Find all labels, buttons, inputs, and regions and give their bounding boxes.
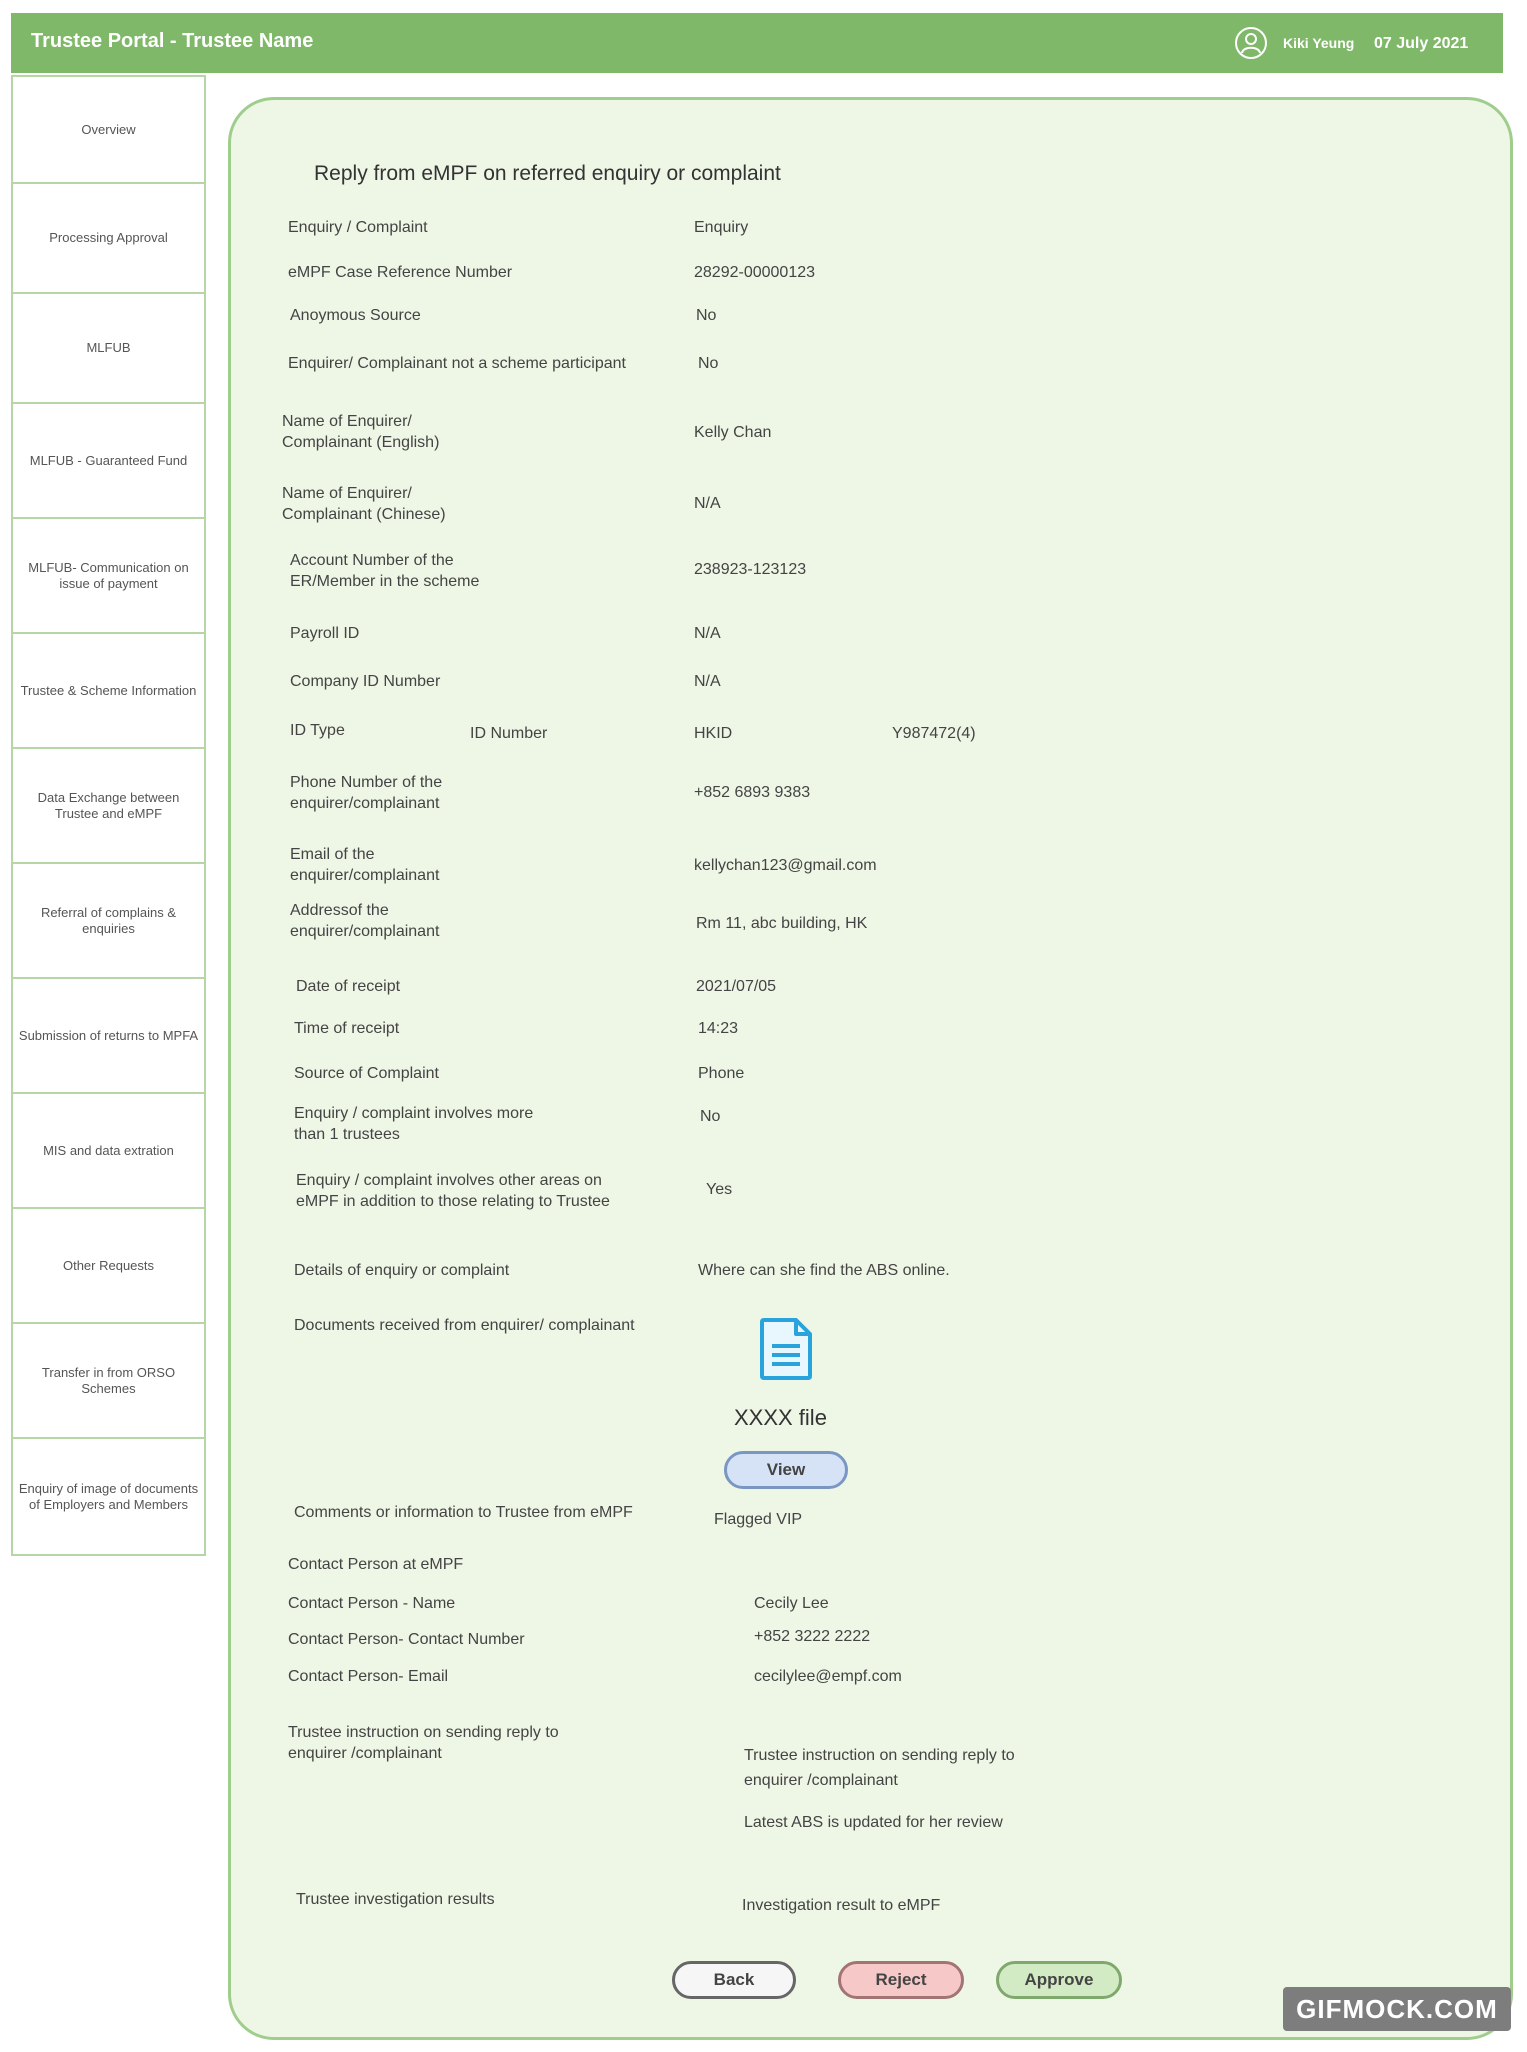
sidebar-item-label: Transfer in from ORSO Schemes xyxy=(41,1364,176,1396)
sidebar-item-label: Referral of complains & enquiries xyxy=(40,904,177,936)
field-label-name-en: Name of Enquirer/Complainant (English) xyxy=(282,413,440,451)
top-header-bar: Trustee Portal - Trustee Name Kiki Yeung… xyxy=(11,13,1503,73)
field-label-company-id: Company ID Number xyxy=(290,673,441,690)
page-title: Reply from eMPF on referred enquiry or c… xyxy=(314,162,781,185)
sidebar-item-label: MIS and data extration xyxy=(43,1142,174,1158)
field-value-id-type: HKID xyxy=(694,725,733,742)
field-label-multiple-trustees: Enquiry / complaint involves more than 1 … xyxy=(294,1105,534,1143)
attached-file-name: XXXX file xyxy=(734,1405,827,1430)
sidebar-item-transfer-orso[interactable]: Transfer in from ORSO Schemes xyxy=(13,1324,204,1439)
field-value-type: Enquiry xyxy=(694,219,749,236)
field-label-name-zh: Name of Enquirer/Complainant (Chinese) xyxy=(282,485,446,523)
sidebar-item-label: MLFUB xyxy=(86,340,131,355)
field-value-name-zh: N/A xyxy=(694,495,721,512)
sidebar-item-mis-data-extraction[interactable]: MIS and data extration xyxy=(13,1094,204,1209)
sidebar-item-mlfub-communication[interactable]: MLFUB- Communication on issue of payment xyxy=(13,519,204,634)
field-value-date-receipt: 2021/07/05 xyxy=(696,978,777,995)
field-value-contact-name: Cecily Lee xyxy=(754,1595,829,1612)
field-value-company-id: N/A xyxy=(694,673,721,690)
sidebar-item-data-exchange[interactable]: Data Exchange between Trustee and eMPF xyxy=(13,749,204,864)
field-value-address: Rm 11, abc building, HK xyxy=(696,915,868,932)
sidebar-item-enquiry-image-documents[interactable]: Enquiry of image of documents of Employe… xyxy=(13,1439,204,1554)
field-label-source: Source of Complaint xyxy=(294,1065,439,1082)
field-value-source: Phone xyxy=(698,1065,745,1082)
sidebar-item-trustee-scheme-info[interactable]: Trustee & Scheme Information xyxy=(13,634,204,749)
field-label-instruction: Trustee instruction on sending reply to e… xyxy=(288,1724,559,1762)
field-value-details: Where can she find the ABS online. xyxy=(698,1262,950,1279)
sidebar-item-label: Submission of returns to MPFA xyxy=(18,1027,199,1043)
field-value-comments: Flagged VIP xyxy=(714,1511,803,1528)
field-label-not-participant: Enquirer/ Complainant not a scheme parti… xyxy=(288,355,626,372)
field-value-time-receipt: 14:23 xyxy=(698,1020,739,1037)
field-value-account: 238923-123123 xyxy=(694,561,807,578)
field-label-id-number: ID Number xyxy=(470,725,548,742)
field-value-contact-email: cecilylee@empf.com xyxy=(754,1668,902,1685)
sidebar-item-label: Enquiry of image of documents of Employe… xyxy=(18,1480,199,1512)
field-value-anonymous: No xyxy=(696,307,717,324)
field-value-case-ref: 28292-00000123 xyxy=(694,264,816,281)
field-label-id-type: ID Type xyxy=(290,722,345,739)
sidebar-item-label: MLFUB- Communication on issue of payment xyxy=(28,559,189,591)
field-value-instruction: Trustee instruction on sending reply to e… xyxy=(744,1747,1015,1789)
sidebar-item-processing-approval[interactable]: Processing Approval xyxy=(13,184,204,294)
field-label-comments: Comments or information to Trustee from … xyxy=(294,1504,633,1521)
field-label-payroll: Payroll ID xyxy=(290,625,360,642)
field-value-multiple-trustees: No xyxy=(700,1108,721,1125)
field-value-other-areas: Yes xyxy=(706,1181,733,1198)
field-label-phone: Phone Number of the enquirer/complainant xyxy=(290,774,443,812)
sidebar-nav: Overview Processing Approval MLFUB MLFUB… xyxy=(11,75,206,1556)
field-value-investigation: Investigation result to eMPF xyxy=(742,1897,941,1914)
field-value-instruction-note: Latest ABS is updated for her review xyxy=(744,1814,1003,1831)
sidebar-item-submission-returns[interactable]: Submission of returns to MPFA xyxy=(13,979,204,1094)
sidebar-item-label: Data Exchange between Trustee and eMPF xyxy=(37,789,180,821)
field-label-case-ref: eMPF Case Reference Number xyxy=(288,264,513,281)
portal-title: Trustee Portal - Trustee Name xyxy=(31,30,314,52)
field-label-other-areas: Enquiry / complaint involves other areas… xyxy=(296,1172,610,1210)
sidebar-item-label: Processing Approval xyxy=(49,230,168,245)
field-label-contact-name: Contact Person - Name xyxy=(288,1595,456,1612)
field-label-type: Enquiry / Complaint xyxy=(288,219,428,236)
user-avatar-icon[interactable] xyxy=(1235,27,1267,59)
field-label-contact-email: Contact Person- Email xyxy=(288,1668,449,1685)
sidebar-item-label: Overview xyxy=(81,121,136,137)
current-date: 07 July 2021 xyxy=(1374,35,1469,52)
view-file-button[interactable]: View xyxy=(724,1451,848,1489)
field-value-email: kellychan123@gmail.com xyxy=(694,857,877,874)
document-icon[interactable] xyxy=(756,1316,818,1382)
field-label-time-receipt: Time of receipt xyxy=(294,1020,400,1037)
field-label-email: Email of the enquirer/complainant xyxy=(290,846,440,884)
field-value-name-en: Kelly Chan xyxy=(694,424,772,441)
back-button[interactable]: Back xyxy=(672,1961,796,1999)
field-label-investigation: Trustee investigation results xyxy=(296,1891,495,1908)
field-value-contact-number: +852 3222 2222 xyxy=(754,1628,871,1645)
sidebar-item-label: Other Requests xyxy=(62,1257,155,1273)
field-label-date-receipt: Date of receipt xyxy=(296,978,401,995)
field-label-anonymous: Anoymous Source xyxy=(290,307,421,324)
sidebar-item-label: Trustee & Scheme Information xyxy=(20,682,197,698)
sidebar-item-mlfub[interactable]: MLFUB xyxy=(13,294,204,404)
reject-button[interactable]: Reject xyxy=(838,1961,964,1999)
field-value-phone: +852 6893 9383 xyxy=(694,784,811,801)
sidebar-item-referral-complaints[interactable]: Referral of complains & enquiries xyxy=(13,864,204,979)
field-value-not-participant: No xyxy=(698,355,719,372)
field-value-id-number: Y987472(4) xyxy=(892,725,976,742)
watermark-logo: GIFMOCK.COM xyxy=(1283,1987,1511,2031)
field-label-documents: Documents received from enquirer/ compla… xyxy=(294,1317,635,1334)
field-label-details: Details of enquiry or complaint xyxy=(294,1262,510,1279)
field-label-account: Account Number of the ER/Member in the sc… xyxy=(290,552,480,590)
field-label-address: Addressof the enquirer/complainant xyxy=(290,902,440,940)
approve-button[interactable]: Approve xyxy=(996,1961,1122,1999)
sidebar-item-other-requests[interactable]: Other Requests xyxy=(13,1209,204,1324)
contact-section-heading: Contact Person at eMPF xyxy=(288,1556,464,1573)
user-name[interactable]: Kiki Yeung xyxy=(1283,35,1354,51)
field-label-contact-number: Contact Person- Contact Number xyxy=(288,1631,525,1648)
sidebar-item-label: MLFUB - Guaranteed Fund xyxy=(29,452,188,468)
sidebar-item-mlfub-guaranteed-fund[interactable]: MLFUB - Guaranteed Fund xyxy=(13,404,204,519)
field-value-payroll: N/A xyxy=(694,625,721,642)
sidebar-item-overview[interactable]: Overview xyxy=(13,77,204,184)
